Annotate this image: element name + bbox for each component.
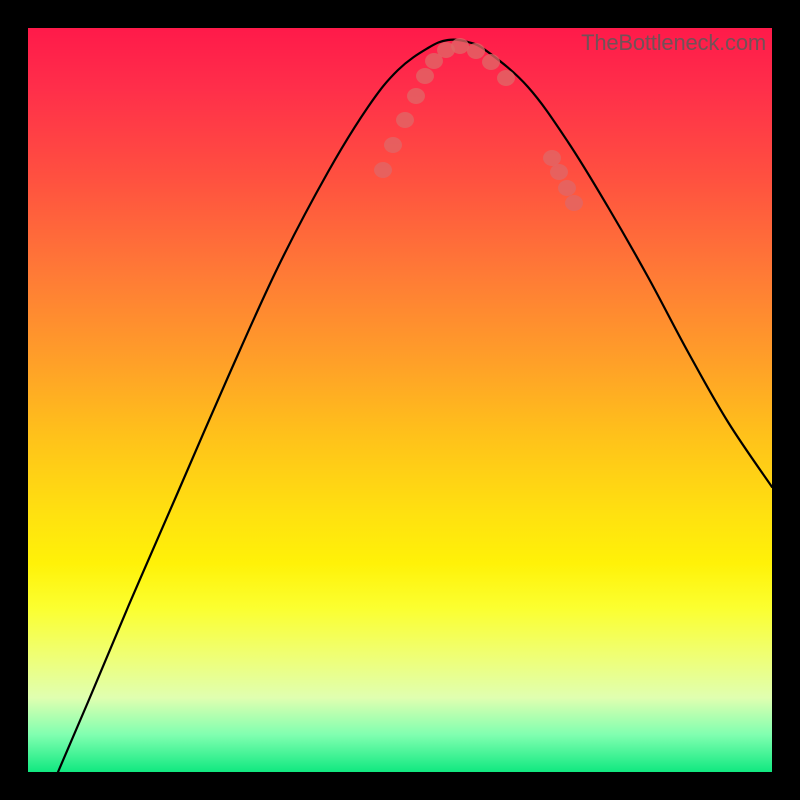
marker-point: [374, 162, 392, 178]
marker-point: [497, 70, 515, 86]
marker-point: [558, 180, 576, 196]
marker-point: [543, 150, 561, 166]
marker-point: [396, 112, 414, 128]
chart-container: TheBottleneck.com: [0, 0, 800, 800]
marker-point: [416, 68, 434, 84]
curve-layer: [28, 28, 772, 772]
marker-point: [565, 195, 583, 211]
marker-point: [407, 88, 425, 104]
marker-point: [482, 54, 500, 70]
marker-point: [384, 137, 402, 153]
marker-point: [550, 164, 568, 180]
watermark-text: TheBottleneck.com: [581, 30, 766, 56]
marker-point: [467, 43, 485, 59]
marker-point: [451, 38, 469, 54]
plot-area: [28, 28, 772, 772]
bottleneck-curve: [58, 40, 772, 772]
